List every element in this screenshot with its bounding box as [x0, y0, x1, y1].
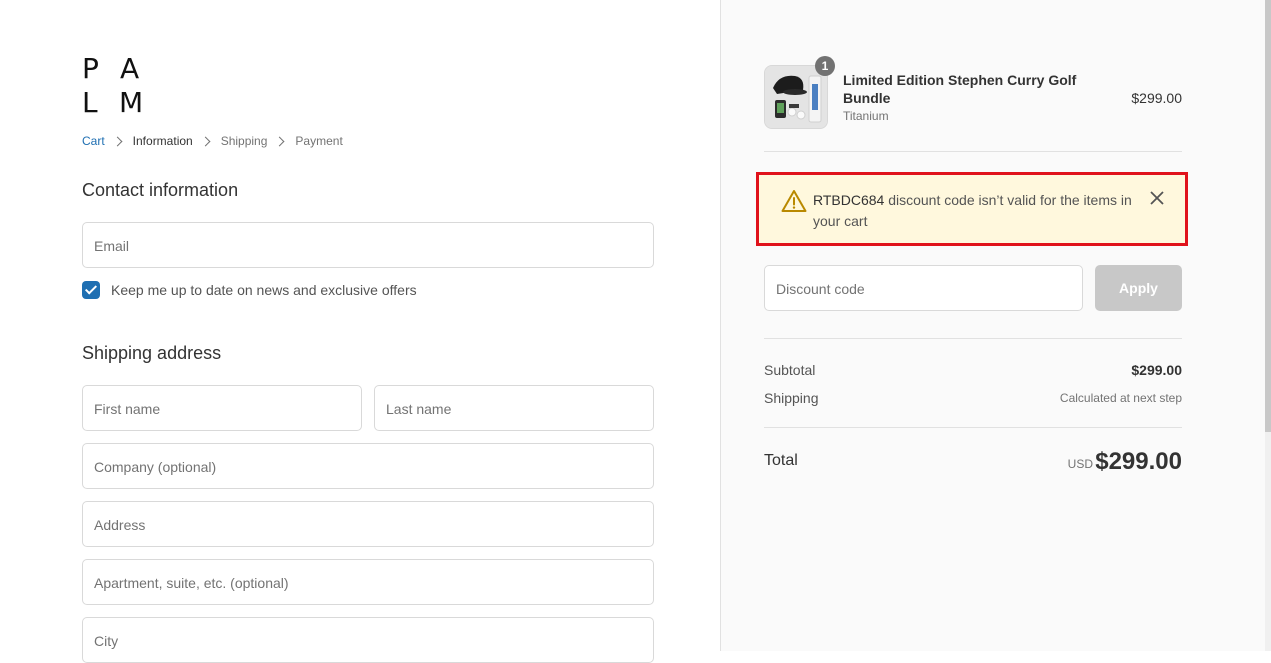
email-field[interactable]: Email [82, 222, 654, 268]
last-name-field[interactable]: Last name [374, 385, 654, 431]
shipping-value: Calculated at next step [1059, 391, 1182, 405]
breadcrumb-shipping: Shipping [220, 134, 268, 148]
breadcrumb-payment: Payment [295, 134, 343, 148]
company-placeholder: Company (optional) [94, 459, 217, 475]
divider [764, 427, 1182, 428]
discount-error-alert: RTBDC684 discount code isn’t valid for t… [756, 172, 1188, 246]
shipping-section-title: Shipping address [82, 343, 222, 363]
subtotal-value: $299.00 [1131, 362, 1182, 378]
palm-logo[interactable]: P A L M [82, 55, 144, 117]
close-icon[interactable] [1149, 190, 1165, 206]
warning-icon [781, 190, 807, 212]
email-placeholder: Email [94, 238, 130, 254]
product-variant: Titanium [843, 109, 889, 123]
apartment-placeholder: Apartment, suite, etc. (optional) [94, 575, 289, 591]
last-name-placeholder: Last name [386, 401, 452, 417]
first-name-placeholder: First name [94, 401, 161, 417]
contact-section-title: Contact information [82, 180, 239, 200]
product-price: $299.00 [1131, 90, 1182, 106]
shipping-label: Shipping [764, 390, 819, 406]
breadcrumb-cart[interactable]: Cart [82, 134, 105, 148]
total-currency: USD [1067, 457, 1093, 471]
company-field[interactable]: Company (optional) [82, 443, 654, 489]
city-placeholder: City [94, 633, 119, 649]
breadcrumb-information: Information [132, 134, 193, 148]
total-value: $299.00 [1095, 448, 1182, 475]
first-name-field[interactable]: First name [82, 385, 362, 431]
scrollbar[interactable] [1265, 0, 1271, 651]
address-field[interactable]: Address [82, 501, 654, 547]
chevron-right-icon [274, 136, 285, 146]
apply-button[interactable]: Apply [1095, 265, 1182, 311]
product-name: Limited Edition Stephen Curry Golf Bundl… [843, 72, 1077, 106]
discount-code-placeholder: Discount code [776, 281, 865, 297]
discount-code-text: RTBDC684 [813, 192, 885, 208]
total-label: Total [764, 452, 798, 469]
chevron-right-icon [200, 136, 211, 146]
scrollbar-thumb[interactable] [1265, 0, 1271, 432]
newsletter-label: Keep me up to date on news and exclusive… [111, 282, 417, 298]
newsletter-option[interactable]: Keep me up to date on news and exclusive… [82, 281, 417, 299]
subtotal-label: Subtotal [764, 362, 816, 378]
checkout-main: P A L M Cart Information Shipping Paymen… [0, 0, 720, 663]
divider [764, 151, 1182, 152]
breadcrumb: Cart Information Shipping Payment [82, 134, 343, 148]
city-field[interactable]: City [82, 617, 654, 663]
chevron-right-icon [112, 136, 123, 146]
address-placeholder: Address [94, 517, 146, 533]
quantity-badge: 1 [815, 56, 835, 76]
golf-bundle-image [765, 66, 827, 128]
newsletter-checkbox[interactable] [82, 281, 100, 299]
apartment-field[interactable]: Apartment, suite, etc. (optional) [82, 559, 654, 605]
discount-code-field[interactable]: Discount code [764, 265, 1083, 311]
product-image [764, 65, 828, 129]
alert-message: RTBDC684 discount code isn’t valid for t… [813, 190, 1143, 232]
divider [764, 338, 1182, 339]
